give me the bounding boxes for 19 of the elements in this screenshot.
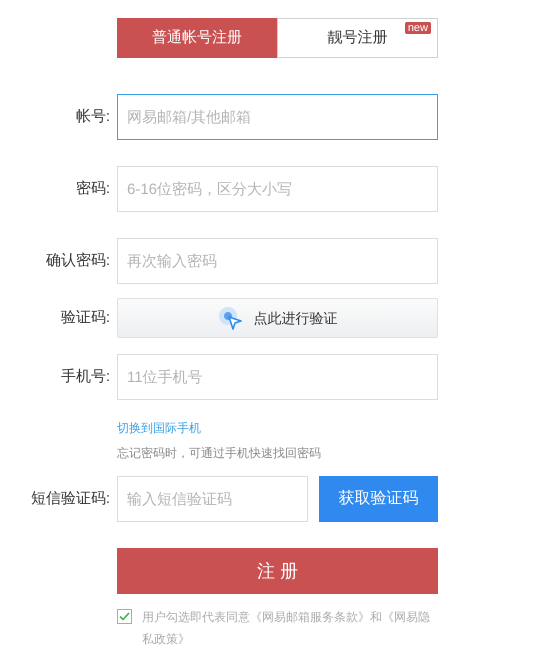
field-label: 密码: [76,180,110,197]
agree-checkbox[interactable] [117,609,132,624]
hint-text: 忘记密码时，可通过手机快速找回密码 [117,445,322,462]
new-badge: new [404,22,431,34]
agreement-text: 用户勾选即代表同意《网易邮箱服务条款》和《网易隐私政策》 [142,609,431,648]
cursor-icon [218,306,244,330]
tab[interactable]: 普通帐号注册 [117,18,277,58]
input-field[interactable]: 网易邮箱/其他邮箱 [117,94,438,140]
get-code-button[interactable]: 获取验证码 [319,476,438,522]
field-label: 短信验证码: [30,490,110,507]
switch-link[interactable]: 切换到国际手机 [117,421,201,435]
field-label: 帐号: [76,108,110,125]
field-label: 手机号: [60,368,110,385]
sms-code-field[interactable]: 输入短信验证码 [117,476,308,522]
register-button[interactable]: 注 册 [117,548,438,594]
field-label: 验证码: [60,308,110,326]
verify-button[interactable]: 点此进行验证 [117,298,438,338]
field-label: 确认密码: [46,252,110,269]
tab[interactable]: 靓号注册 new [277,18,438,58]
